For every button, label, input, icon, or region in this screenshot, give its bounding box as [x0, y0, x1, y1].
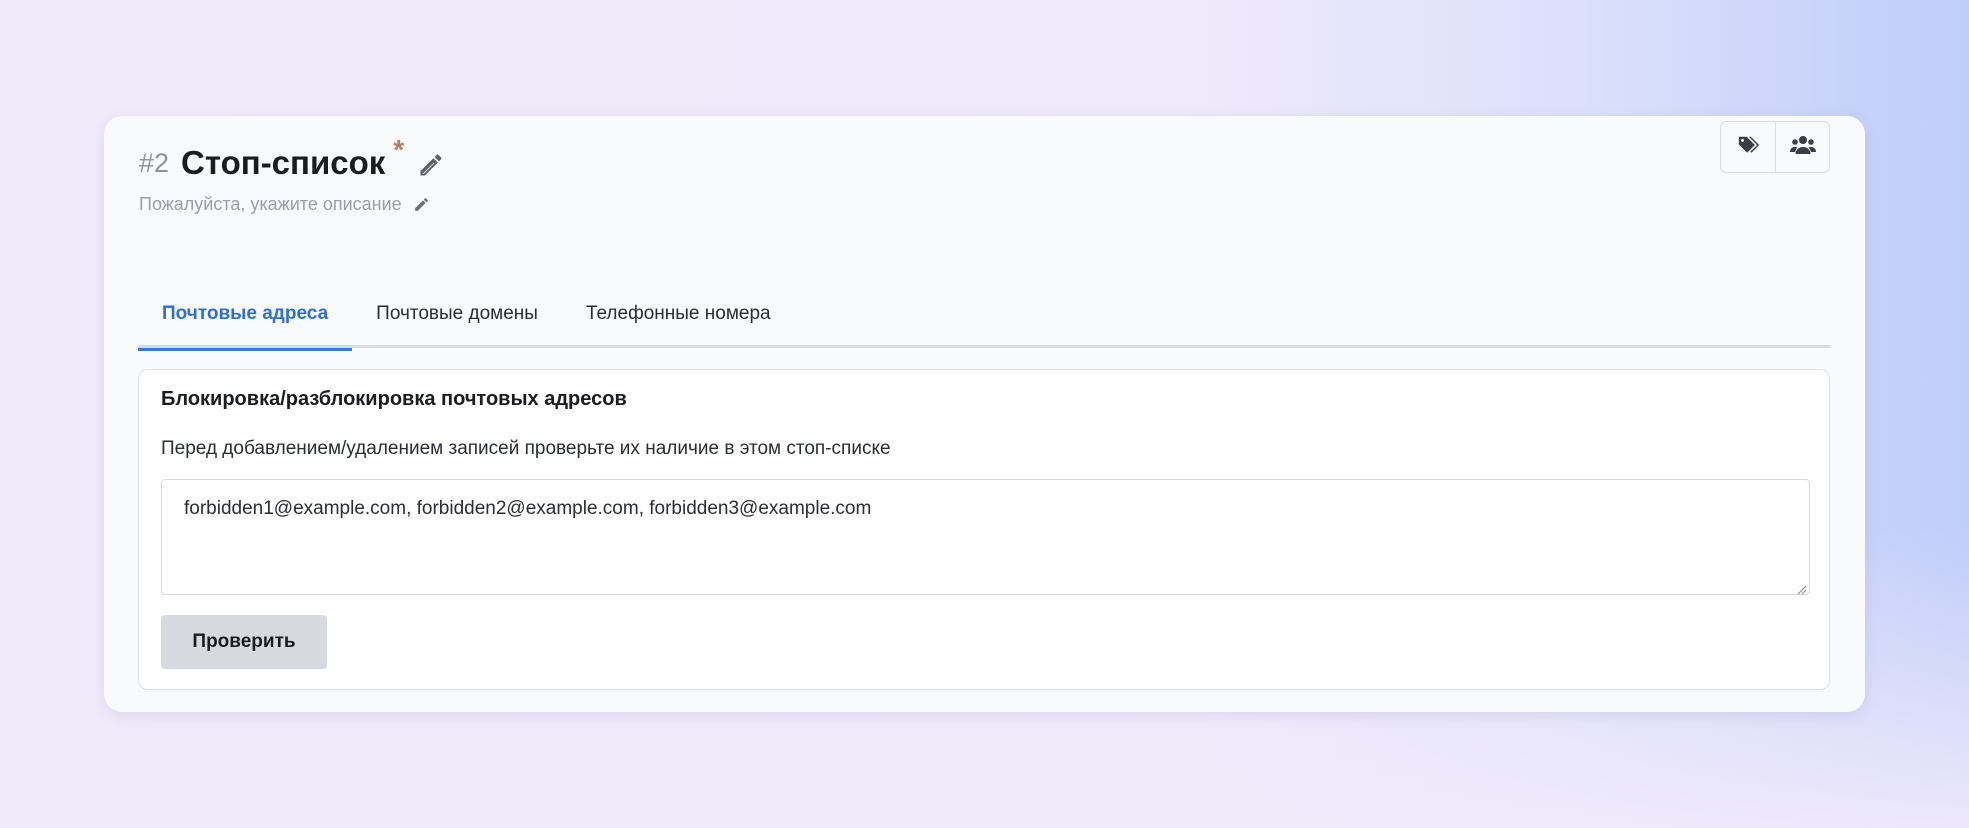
users-icon [1789, 134, 1816, 161]
tab-email-domains[interactable]: Почтовые домены [352, 296, 562, 348]
tab-bar: Почтовые адреса Почтовые домены Телефонн… [138, 296, 1830, 351]
edit-title-pencil-icon[interactable] [414, 148, 448, 182]
panel-hint: Перед добавлением/удалением записей пров… [161, 438, 891, 459]
description-row: Пожалуйста, укажите описание [139, 194, 432, 215]
title-row: #2 Стоп-список * [139, 130, 448, 182]
emails-textarea-wrapper: forbidden1@example.com, forbidden2@examp… [161, 479, 1810, 595]
header-toolbar [1720, 121, 1830, 173]
tab-email-addresses[interactable]: Почтовые адреса [138, 296, 353, 351]
stop-list-card: #2 Стоп-список * Пожалуйста, укажите опи… [104, 116, 1865, 712]
required-star: * [393, 134, 405, 165]
email-block-panel: Блокировка/разблокировка почтовых адресо… [138, 369, 1830, 690]
description-placeholder: Пожалуйста, укажите описание [139, 194, 402, 214]
users-button[interactable] [1775, 122, 1829, 172]
emails-textarea[interactable]: forbidden1@example.com, forbidden2@examp… [162, 480, 1809, 594]
record-number: #2 [139, 148, 170, 178]
edit-description-pencil-icon[interactable] [412, 195, 432, 215]
tab-phone-numbers[interactable]: Телефонные номера [562, 296, 795, 348]
panel-title: Блокировка/разблокировка почтовых адресо… [161, 388, 627, 410]
page-title: Стоп-список [181, 144, 386, 181]
tags-button[interactable] [1721, 122, 1775, 172]
check-button[interactable]: Проверить [161, 615, 327, 669]
resize-handle-icon[interactable] [1797, 582, 1807, 595]
tags-icon [1737, 134, 1760, 161]
